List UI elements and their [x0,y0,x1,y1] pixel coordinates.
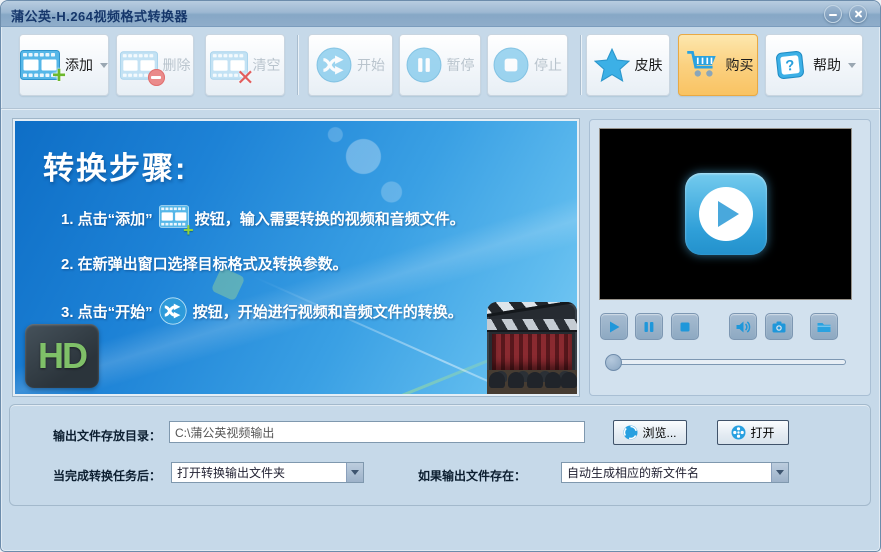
minimize-icon [829,14,837,16]
video-preview [599,128,852,300]
start-button[interactable]: 开始 [308,34,393,96]
pause-button-label: 暂停 [446,57,475,73]
output-dir-input[interactable] [169,421,585,443]
play-icon [698,187,753,241]
help-button-label: 帮助 [813,57,841,73]
step-1-text: 按钮，输入需要转换的视频和音频文件。 [194,211,465,228]
dropdown-arrow-icon[interactable] [346,463,363,482]
step-2: 2. 在新弹出窗口选择目标格式及转换参数。 [61,253,348,274]
open-folder-button[interactable] [810,313,838,340]
skin-button-label: 皮肤 [634,57,663,73]
remove-button[interactable]: 删除 [116,34,194,96]
clear-button[interactable]: ✕ 清空 [205,34,285,96]
step-1: 1. 点击“添加” + 按钮，输入需要转换的视频和音频文件。 [61,205,465,239]
plus-icon: + [51,62,66,89]
file-exists-select[interactable]: 自动生成相应的新文件名 [561,462,789,483]
file-exists-label: 如果输出文件存在： [418,469,527,483]
output-dir-label: 输出文件存放目录： [53,429,162,443]
toolbar-divider [1,108,880,109]
browse-button-label: 浏览... [642,426,677,440]
steps-heading: 转换步骤: [43,151,188,186]
volume-button[interactable] [729,313,757,340]
start-button-label: 开始 [357,57,385,73]
remove-button-label: 删除 [162,57,191,73]
seek-slider-knob[interactable] [605,354,622,371]
stop-button[interactable]: 停止 [487,34,568,96]
folder-icon [817,322,831,332]
stop-button-label: 停止 [534,57,562,73]
play-icon [610,321,620,332]
chevron-down-icon [100,62,108,68]
buy-button[interactable]: 购买 [678,34,758,96]
svg-text:?: ? [785,58,796,75]
step-1-text: 1. 点击“添加” [61,211,153,228]
step-3-text: 按钮，开始进行视频和音频文件的转换。 [192,303,463,321]
speaker-icon [736,320,751,333]
skin-button[interactable]: 皮肤 [586,34,670,96]
help-button[interactable]: ? 帮助 [765,34,863,96]
seek-slider-track[interactable] [606,359,846,365]
start-shuffle-icon-inline [159,297,187,325]
start-shuffle-icon [316,47,352,83]
preview-panel [589,119,871,396]
remove-film-icon [119,50,165,86]
step-3: 3. 点击“开始” 按钮，开始进行视频和音频文件的转换。 [61,297,463,325]
minimize-button[interactable] [824,5,842,23]
open-button-label: 打开 [750,426,775,440]
step-3-text: 3. 点击“开始” [61,303,153,321]
pause-button[interactable]: 暂停 [399,34,481,96]
toolbar-separator [297,35,298,95]
clear-film-icon: ✕ [209,50,255,88]
aperture-icon [623,425,638,440]
stop-icon [493,47,529,83]
player-pause-button[interactable] [635,313,663,340]
chevron-down-icon [848,62,856,68]
step-2-text: 2. 在新弹出窗口选择目标格式及转换参数。 [61,256,348,273]
play-overlay-button[interactable] [684,173,767,255]
dropdown-arrow-icon[interactable] [771,463,788,482]
add-button[interactable]: + 添加 [19,34,109,96]
pause-icon [644,321,654,332]
pause-icon [406,47,442,83]
window-title: 蒲公英-H.264视频格式转换器 [11,9,189,24]
toolbar-separator [580,35,581,95]
snapshot-button[interactable] [765,313,793,340]
player-stop-button[interactable] [671,313,699,340]
x-icon: ✕ [236,64,255,90]
app-window: 蒲公英-H.264视频格式转换器 + 添加 删除 ✕ 清空 开始 暂停 停止 皮… [0,0,881,552]
after-task-value: 打开转换输出文件夹 [177,466,286,480]
help-icon: ? [772,47,808,83]
stop-icon [680,322,690,331]
minus-icon [147,68,165,86]
after-task-label: 当完成转换任务后： [53,469,162,483]
cinema-clapper-icon [487,302,577,394]
hd-badge: HD [25,324,99,388]
after-task-select[interactable]: 打开转换输出文件夹 [171,462,364,483]
titlebar: 蒲公英-H.264视频格式转换器 [1,1,880,27]
camera-icon [772,321,786,332]
film-reel-icon [731,425,746,440]
open-output-button[interactable]: 打开 [717,420,789,445]
close-button[interactable] [849,5,867,23]
plus-icon: + [183,220,194,240]
browse-button[interactable]: 浏览... [613,420,687,445]
add-film-icon: + [20,50,66,88]
conversion-steps-panel: 转换步骤: 1. 点击“添加” + 按钮，输入需要转换的视频和音频文件。 2. … [12,118,580,397]
star-icon [593,47,630,82]
player-play-button[interactable] [600,313,628,340]
file-exists-value: 自动生成相应的新文件名 [567,466,700,480]
clear-button-label: 清空 [252,57,281,73]
buy-button-label: 购买 [725,57,754,73]
cart-icon [683,48,721,82]
add-button-label: 添加 [65,57,93,73]
add-film-icon-inline: + [158,205,194,239]
